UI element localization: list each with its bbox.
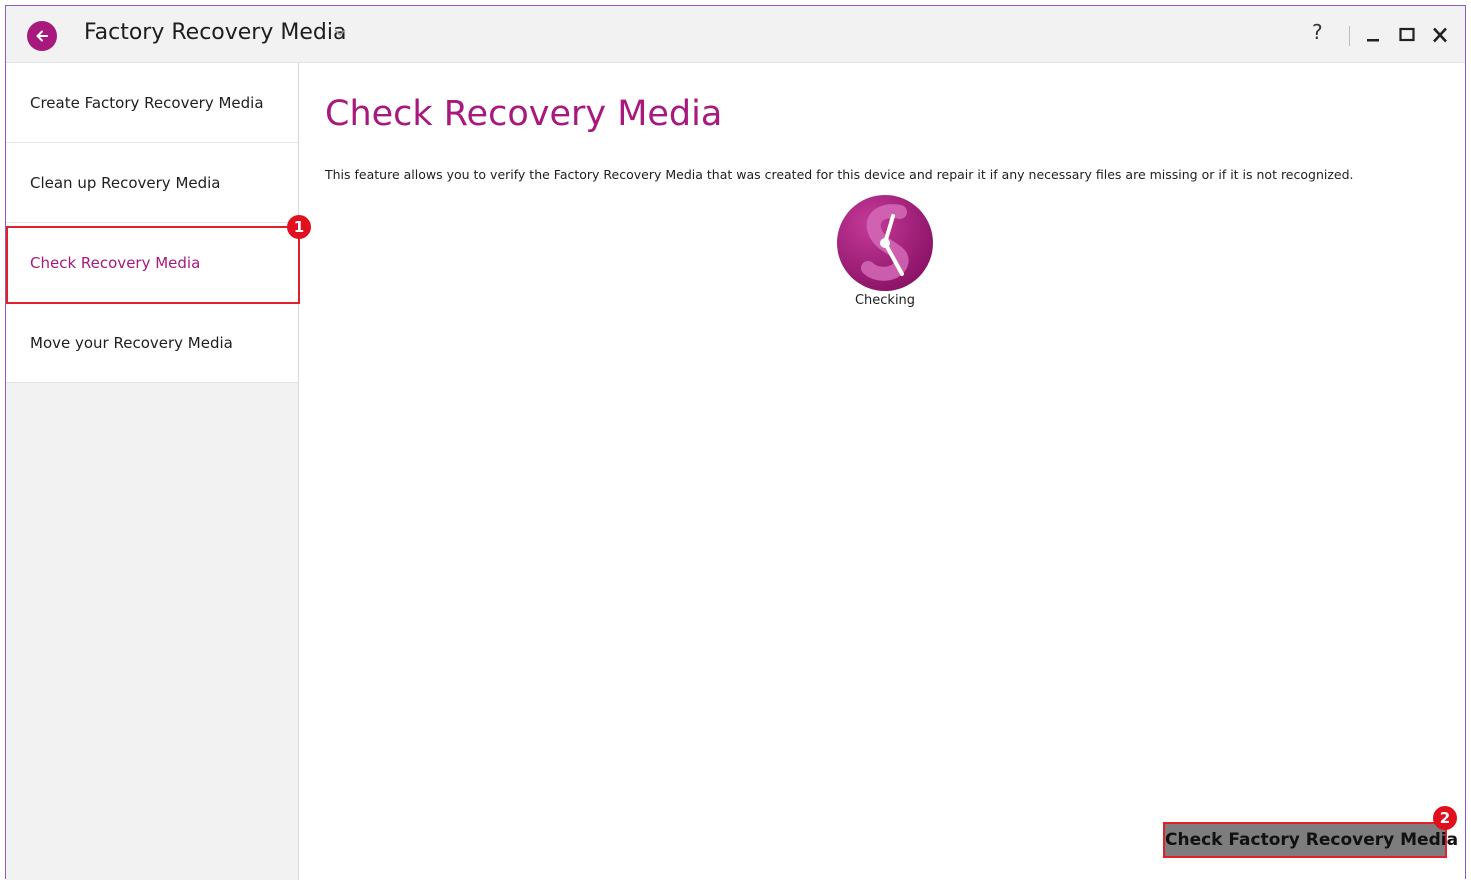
sidebar-item-label: Check Recovery Media [30, 254, 201, 272]
clock-icon [837, 195, 933, 291]
title-bar: Factory Recovery Media ? [6, 6, 1465, 63]
app-title: Factory Recovery Media [84, 20, 347, 45]
sidebar-item-create-factory-recovery-media[interactable]: Create Factory Recovery Media [6, 63, 298, 143]
chevron-down-icon[interactable] [332, 26, 348, 38]
sidebar-item-check-recovery-media[interactable]: Check Recovery Media [6, 223, 298, 303]
back-button[interactable] [27, 21, 57, 51]
minimize-icon[interactable] [1364, 27, 1382, 43]
sidebar: Create Factory Recovery Media Clean up R… [6, 63, 300, 880]
sidebar-item-label: Move your Recovery Media [30, 334, 233, 352]
title-separator [1349, 26, 1350, 46]
maximize-icon[interactable] [1398, 27, 1416, 43]
status-label: Checking [854, 293, 916, 308]
sidebar-item-move-your-recovery-media[interactable]: Move your Recovery Media [6, 303, 298, 383]
close-icon[interactable] [1431, 27, 1449, 43]
help-button[interactable]: ? [1312, 22, 1323, 42]
arrow-left-icon [36, 30, 48, 42]
feature-description: This feature allows you to verify the Fa… [325, 167, 1354, 182]
sidebar-item-label: Create Factory Recovery Media [30, 94, 264, 112]
page-title: Check Recovery Media [325, 94, 723, 134]
annotation-marker-2: 2 [1433, 806, 1457, 830]
annotation-marker-1: 1 [287, 215, 311, 239]
sidebar-item-label: Clean up Recovery Media [30, 174, 221, 192]
check-factory-recovery-media-button[interactable]: Check Factory Recovery Media [1163, 822, 1458, 858]
app-window: Factory Recovery Media ? Create Factory … [5, 5, 1466, 880]
sidebar-item-clean-up-recovery-media[interactable]: Clean up Recovery Media [6, 143, 298, 223]
